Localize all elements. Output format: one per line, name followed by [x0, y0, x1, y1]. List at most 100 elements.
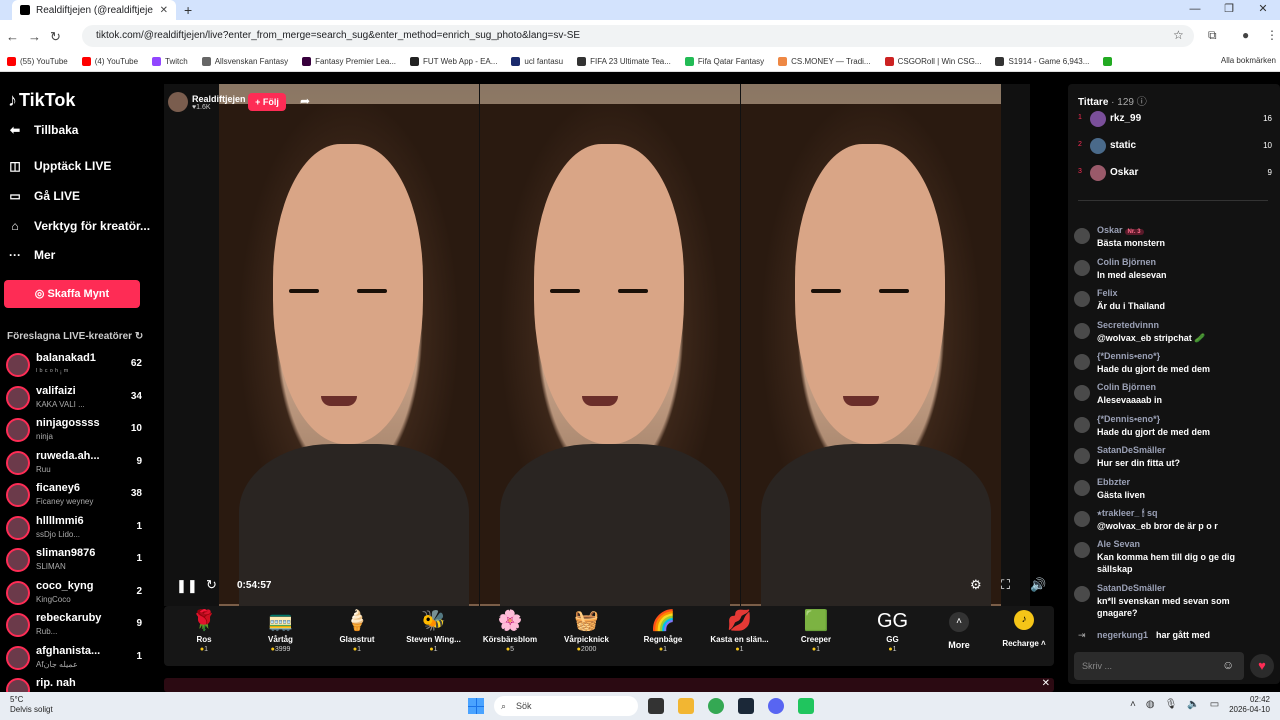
- all-bookmarks[interactable]: Alla bokmärken: [1221, 56, 1276, 65]
- chat-avatar[interactable]: [1074, 511, 1090, 527]
- share-icon[interactable]: ➦: [300, 94, 310, 108]
- suggested-creator[interactable]: ficaney6 Ficaney weyney 38: [6, 480, 150, 510]
- top-viewer[interactable]: 2 static 10: [1076, 136, 1272, 158]
- chrome-icon[interactable]: [708, 698, 724, 714]
- recharge-button[interactable]: ♪ Recharge ˄: [994, 610, 1054, 648]
- chat-username[interactable]: Oskar Nr. 3: [1097, 225, 1144, 235]
- nav-discover-live[interactable]: ◫ Upptäck LIVE: [8, 159, 111, 173]
- chat-avatar[interactable]: [1074, 542, 1090, 558]
- app-icon[interactable]: [798, 698, 814, 714]
- chat-username[interactable]: SatanDeSmäller: [1097, 583, 1166, 593]
- steam-icon[interactable]: [738, 698, 754, 714]
- live-video-player[interactable]: Realdiftjejen ♥1.6K + Följ ➦ ❚❚ ↻ 0:54:5…: [164, 84, 1046, 606]
- gift-item[interactable]: 🌈 Regnbåge ●1: [625, 608, 701, 664]
- bookmark-item[interactable]: (55) YouTube: [0, 57, 75, 66]
- more-gifts-button[interactable]: ˄ More: [944, 612, 974, 650]
- gift-item[interactable]: 🍦 Glasstrut ●1: [319, 608, 395, 664]
- chat-avatar[interactable]: [1074, 260, 1090, 276]
- gift-item[interactable]: 💋 Kasta en slän... ●1: [702, 608, 778, 664]
- pause-icon[interactable]: ❚❚: [176, 578, 198, 594]
- volume-icon[interactable]: 🔊: [1030, 577, 1046, 593]
- forward-arrow-icon[interactable]: →: [28, 29, 41, 44]
- chat-username[interactable]: ⭑trakleer_ 🕯 sq: [1097, 508, 1157, 519]
- reload-icon[interactable]: ↻: [50, 29, 61, 45]
- suggested-creator[interactable]: hllllmmi6 ssDjo Lido... 1: [6, 513, 150, 543]
- chat-username[interactable]: Ebbzter: [1097, 477, 1130, 487]
- chat-username[interactable]: {*Dennis•eno*}: [1097, 414, 1160, 424]
- extensions-icon[interactable]: ⧉: [1208, 28, 1217, 43]
- chat-username[interactable]: SatanDeSmäller: [1097, 445, 1166, 455]
- gift-item[interactable]: 🚃 Vårtåg ●3999: [243, 608, 319, 664]
- nav-more[interactable]: ··· Mer: [8, 248, 55, 262]
- maximize-icon[interactable]: ❐: [1212, 0, 1246, 20]
- like-heart-button[interactable]: ♥: [1250, 654, 1274, 678]
- emoji-icon[interactable]: ☺: [1222, 658, 1234, 672]
- top-viewer[interactable]: 3 Oskar 9: [1076, 163, 1272, 185]
- suggested-creator[interactable]: balanakad1 ˡ ᵇ ᶜ ᵒ ʰ ᵢ ᵐ 62: [6, 350, 150, 380]
- suggested-creator[interactable]: ninjagossss ninja 10: [6, 415, 150, 445]
- chat-username[interactable]: Felix: [1097, 288, 1118, 298]
- back-link[interactable]: ⬅ Tillbaka: [8, 123, 79, 137]
- close-icon[interactable]: ✕: [1042, 678, 1050, 689]
- get-coins-button[interactable]: ◎ Skaffa Mynt: [4, 280, 140, 308]
- tiktok-logo[interactable]: ♪ TikTok: [8, 90, 75, 111]
- network-icon[interactable]: ◍: [1146, 699, 1155, 710]
- top-viewer[interactable]: 1 rkz_99 16: [1076, 109, 1272, 131]
- suggested-creator[interactable]: rebeckaruby Rub... 9: [6, 610, 150, 640]
- settings-gear-icon[interactable]: ⚙: [970, 577, 982, 593]
- chat-avatar[interactable]: [1074, 291, 1090, 307]
- chevron-up-icon[interactable]: ˄: [1130, 699, 1136, 710]
- gift-item[interactable]: 🧺 Vårpicknick ●2000: [549, 608, 625, 664]
- bookmark-item[interactable]: S1914 - Game 6,943...: [988, 57, 1096, 66]
- bookmark-item[interactable]: ucl fantasu: [504, 57, 570, 66]
- chat-avatar[interactable]: [1074, 385, 1090, 401]
- bookmark-item[interactable]: FIFA 23 Ultimate Tea...: [570, 57, 678, 66]
- bookmark-item[interactable]: Fifa Qatar Fantasy: [678, 57, 771, 66]
- tab-close-icon[interactable]: ✕: [160, 5, 168, 16]
- chat-input[interactable]: Skriv ...: [1074, 652, 1244, 680]
- gift-item[interactable]: 🐝 Steven Wing... ●1: [396, 608, 472, 664]
- bookmark-item[interactable]: CSGORoll | Win CSG...: [878, 57, 989, 66]
- follow-button[interactable]: + Följ: [248, 93, 286, 111]
- fullscreen-icon[interactable]: ⛶: [1001, 577, 1010, 593]
- suggested-creator[interactable]: valifaizi KAKA VALI ... 34: [6, 383, 150, 413]
- taskbar-search[interactable]: ⌕ Sök: [494, 696, 638, 716]
- nav-creator-tools[interactable]: ⌂ Verktyg för kreatör...: [8, 219, 150, 233]
- refresh-icon[interactable]: ↻: [135, 331, 143, 342]
- bookmark-item[interactable]: Fantasy Premier Lea...: [295, 57, 403, 66]
- nav-go-live[interactable]: ▭ Gå LIVE: [8, 189, 80, 203]
- chat-username[interactable]: Colin Björnen: [1097, 382, 1156, 392]
- browser-tab[interactable]: Realdiftjejen (@realdiftjeje ✕: [12, 0, 176, 20]
- chat-avatar[interactable]: [1074, 448, 1090, 464]
- windows-start-icon[interactable]: [468, 698, 484, 714]
- bookmark-item[interactable]: [1096, 57, 1123, 66]
- chat-username[interactable]: {*Dennis•eno*}: [1097, 351, 1160, 361]
- mic-icon[interactable]: 🎙: [1165, 699, 1178, 710]
- suggested-creator[interactable]: afghanista... Afعمیله جان 1: [6, 643, 150, 673]
- bookmark-item[interactable]: FUT Web App - EA...: [403, 57, 504, 66]
- chat-username[interactable]: Colin Björnen: [1097, 257, 1156, 267]
- gift-item[interactable]: GG GG ●1: [855, 608, 931, 664]
- viewers-header[interactable]: Tittare · 129 ⓘ: [1078, 93, 1147, 108]
- join-user[interactable]: negerkung1: [1097, 630, 1148, 640]
- bookmark-item[interactable]: Allsvenskan Fantasy: [195, 57, 295, 66]
- suggested-creator[interactable]: coco_kyng KingCoco 2: [6, 578, 150, 608]
- bookmark-star-icon[interactable]: ☆: [1173, 28, 1184, 42]
- minimize-icon[interactable]: —: [1178, 0, 1212, 20]
- window-close-icon[interactable]: ✕: [1246, 0, 1280, 20]
- chat-avatar[interactable]: [1074, 586, 1090, 602]
- discord-icon[interactable]: [768, 698, 784, 714]
- chat-avatar[interactable]: [1074, 417, 1090, 433]
- gift-item[interactable]: 🌸 Körsbärsblom ●5: [472, 608, 548, 664]
- bookmark-item[interactable]: CS.MONEY — Tradi...: [771, 57, 877, 66]
- suggested-creator[interactable]: sliman9876 SLIMAN 1: [6, 545, 150, 575]
- new-tab-icon[interactable]: +: [184, 2, 192, 18]
- chat-avatar[interactable]: [1074, 354, 1090, 370]
- battery-icon[interactable]: ▭: [1210, 699, 1219, 710]
- file-explorer-icon[interactable]: [678, 698, 694, 714]
- address-bar[interactable]: tiktok.com/@realdiftjejen/live?enter_fro…: [82, 25, 1194, 47]
- bookmark-item[interactable]: (4) YouTube: [75, 57, 145, 66]
- host-info[interactable]: Realdiftjejen ♥1.6K: [168, 92, 246, 112]
- bookmark-item[interactable]: Twitch: [145, 57, 195, 66]
- gift-item[interactable]: 🌹 Ros ●1: [166, 608, 242, 664]
